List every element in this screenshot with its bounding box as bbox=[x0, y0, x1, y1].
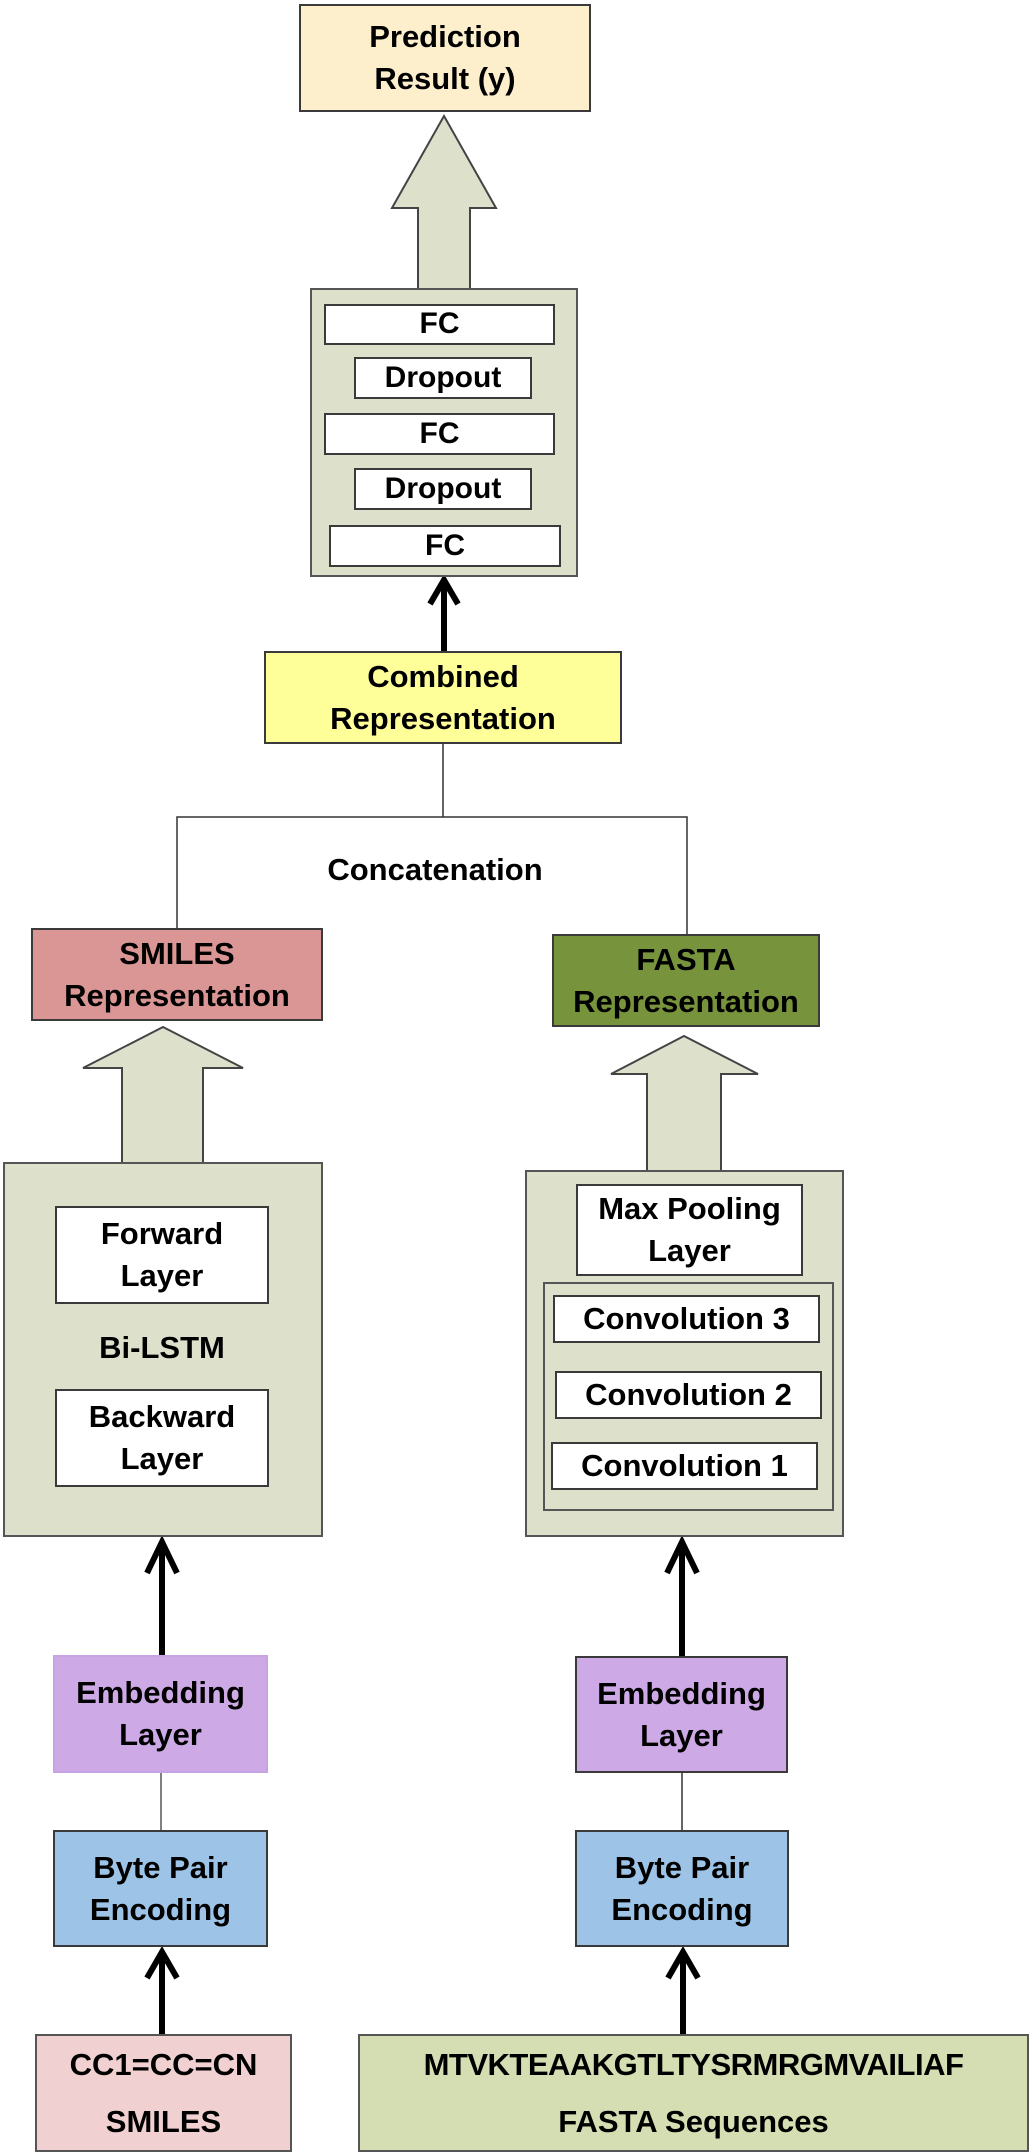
smiles-block-arrow bbox=[82, 1025, 244, 1165]
backward-layer-label: Backward Layer bbox=[88, 1399, 236, 1476]
max-pooling-layer-label: Max Pooling Layer bbox=[598, 1191, 781, 1268]
dropout-layer-label: Dropout bbox=[384, 471, 502, 505]
fc-layer-1: FC bbox=[324, 304, 555, 345]
bilstm-label: Bi-LSTM bbox=[99, 1330, 225, 1365]
prediction-result-label: Prediction Result (y) bbox=[369, 19, 521, 96]
fasta-input-box: MTVKTEAAKGTLTYSRMRGMVAILIAF FASTA Sequen… bbox=[358, 2034, 1029, 2152]
dropout-layer-2: Dropout bbox=[354, 468, 532, 510]
fasta-input-value: MTVKTEAAKGTLTYSRMRGMVAILIAF bbox=[423, 2046, 964, 2082]
fasta-representation-box: FASTA Representation bbox=[552, 934, 820, 1027]
fasta-embedding-layer-box: Embedding Layer bbox=[575, 1656, 788, 1773]
fc-layer-label: FC bbox=[425, 528, 465, 562]
combined-representation-label: Combined Representation bbox=[330, 658, 556, 736]
dropout-layer-label: Dropout bbox=[384, 360, 502, 394]
bpe-label: Byte Pair Encoding bbox=[611, 1849, 753, 1927]
output-block-arrow bbox=[390, 113, 498, 291]
smiles-embedding-layer-box: Embedding Layer bbox=[53, 1655, 268, 1773]
fc-layer-3: FC bbox=[329, 525, 561, 567]
smiles-input-box: CC1=CC=CN SMILES bbox=[35, 2034, 292, 2152]
fasta-bpe-box: Byte Pair Encoding bbox=[575, 1830, 789, 1947]
combined-representation-box: Combined Representation bbox=[264, 651, 622, 744]
forward-layer-label: Forward Layer bbox=[100, 1216, 224, 1293]
convolution-2-box: Convolution 2 bbox=[555, 1371, 822, 1419]
smiles-bpe-box: Byte Pair Encoding bbox=[53, 1830, 268, 1947]
smiles-representation-box: SMILES Representation bbox=[31, 928, 323, 1021]
embedding-layer-label: Embedding Layer bbox=[597, 1675, 766, 1753]
embedding-layer-label: Embedding Layer bbox=[76, 1675, 245, 1752]
convolution-3-box: Convolution 3 bbox=[553, 1295, 820, 1343]
fc-layer-label: FC bbox=[419, 307, 460, 341]
convolution-label: Convolution 2 bbox=[585, 1377, 792, 1413]
dropout-layer-1: Dropout bbox=[354, 357, 532, 399]
prediction-result-box: Prediction Result (y) bbox=[299, 4, 591, 112]
fasta-input-caption: FASTA Sequences bbox=[558, 2103, 829, 2139]
convolution-label: Convolution 1 bbox=[581, 1448, 788, 1484]
smiles-input-value: CC1=CC=CN bbox=[69, 2046, 258, 2082]
smiles-input-caption: SMILES bbox=[105, 2103, 222, 2139]
fc-layer-label: FC bbox=[419, 416, 460, 450]
bpe-label: Byte Pair Encoding bbox=[89, 1849, 232, 1927]
smiles-representation-label: SMILES Representation bbox=[64, 935, 290, 1013]
fasta-representation-label: FASTA Representation bbox=[573, 941, 799, 1019]
concatenation-label: Concatenation bbox=[327, 852, 543, 887]
fc-layer-2: FC bbox=[324, 413, 555, 455]
convolution-1-box: Convolution 1 bbox=[551, 1442, 818, 1490]
max-pooling-layer-box: Max Pooling Layer bbox=[576, 1184, 803, 1276]
fasta-block-arrow bbox=[610, 1034, 759, 1173]
convolution-label: Convolution 3 bbox=[583, 1301, 790, 1337]
forward-layer-box: Forward Layer bbox=[55, 1206, 269, 1304]
backward-layer-box: Backward Layer bbox=[55, 1389, 269, 1487]
